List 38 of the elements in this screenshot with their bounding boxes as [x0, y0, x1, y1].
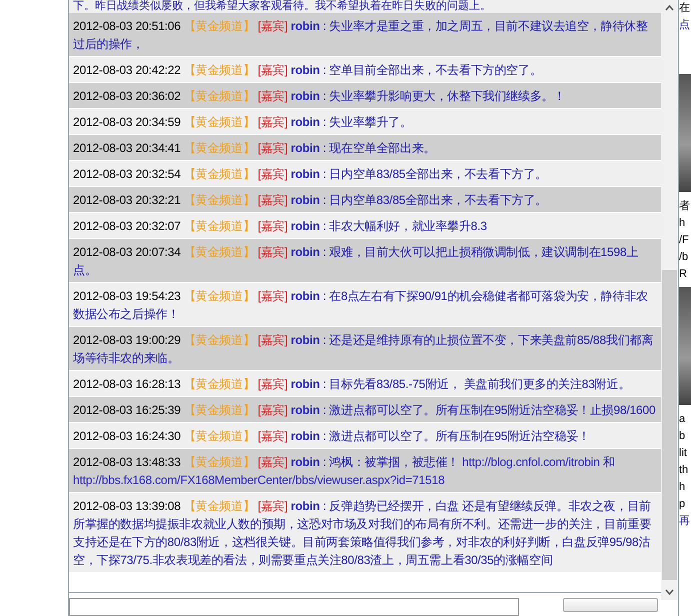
scroll-up-icon[interactable] — [665, 5, 674, 11]
page-text: a — [679, 412, 686, 427]
message-input-field[interactable] — [69, 598, 519, 616]
message-link[interactable]: http://blog.cnfol.com/itrobin — [462, 455, 600, 469]
page-text: 者 — [679, 199, 691, 214]
chat-message: 2012-08-03 20:36:02 【黄金频道】 [嘉宾] robin : 失业率攀升影响更大，休整下我们继续多。！ — [69, 83, 661, 109]
chat-message: 2012-08-03 16:24:30 【黄金频道】 [嘉宾] robin : 激进点都可以空了。所有压制在95附近沽空稳妥！ — [69, 423, 661, 449]
page-link[interactable]: 再 — [679, 513, 691, 530]
message-link[interactable]: http://bbs.fx168.com/FX168MemberCenter/bbs/viewuser.aspx?id=71518 — [73, 473, 445, 487]
chat-message: 2012-08-03 20:51:06 【黄金频道】 [嘉宾] robin : 失业率才是重之重，加之周五，目前不建议去追空，静待休整过后的操作， — [69, 13, 661, 57]
chat-message: 2012-08-03 16:25:39 【黄金频道】 [嘉宾] robin : 激进点都可以空了。所有压制在95附近沽空稳妥！止损98/1600 — [69, 397, 661, 423]
chat-message: 2012-08-03 13:48:33 【黄金频道】 [嘉宾] robin : 鸿枫：被掌掴，被悲催！ http://blog.cnfol.com/itrobin 和 http://bbs.fx168.com/FX168MemberCenter/bbs/viewuser.aspx?id=71518 — [69, 449, 661, 493]
chat-message: 2012-08-03 19:00:29 【黄金频道】 [嘉宾] robin : 还是还是维持原有的止损位置不变，下来美盘前85/88我们都离场等待非农的来临。 — [69, 327, 661, 371]
chat-message: 2012-08-03 20:32:07 【黄金频道】 [嘉宾] robin : 非农大幅利好，就业率攀升8.3 — [69, 213, 661, 239]
page-text: h — [679, 480, 686, 495]
chat-message: 2012-08-03 20:32:54 【黄金频道】 [嘉宾] robin : 日内空单83/85全部出来，不去看下方了。 — [69, 161, 661, 187]
chat-message: 2012-08-03 20:32:21 【黄金频道】 [嘉宾] robin : 日内空单83/85全部出来，不去看下方了。 — [69, 187, 661, 213]
chat-message: 2012-08-03 19:54:23 【黄金频道】 [嘉宾] robin : 在8点左右有下探90/91的机会稳健者都可落袋为安，静待非农数据公布之后操作！ — [69, 283, 661, 327]
chat-message: 2012-08-03 20:34:41 【黄金频道】 [嘉宾] robin : 现在空单全部出来。 — [69, 135, 661, 161]
page-text: th — [679, 463, 690, 478]
scroll-down-icon[interactable] — [665, 589, 674, 595]
chat-message: 2012-08-03 20:07:34 【黄金频道】 [嘉宾] robin : 艰难，目前大伙可以把止损稍微调制低，建议调制在1598上点。 — [69, 239, 661, 283]
page-link[interactable]: 点 — [679, 17, 691, 34]
scrollbar[interactable] — [661, 0, 678, 600]
scrollbar-thumb[interactable] — [662, 270, 677, 580]
page-text: b — [679, 429, 686, 444]
page-text: h — [679, 216, 686, 231]
send-button[interactable] — [563, 598, 658, 612]
page-text: 在 — [679, 1, 691, 16]
page-text: p — [679, 497, 686, 512]
page-text: /F — [679, 233, 690, 248]
chat-message: 2012-08-03 20:34:59 【黄金频道】 [嘉宾] robin : 失业率攀升了。 — [69, 109, 661, 135]
page-text: R — [679, 267, 688, 282]
chat-message: 2012-08-03 20:42:22 【黄金频道】 [嘉宾] robin : 空单目前全部出来，不去看下方的空了。 — [69, 57, 661, 83]
page-text: /b — [679, 250, 690, 265]
page-text: lit — [679, 446, 688, 461]
chat-message: 2012-08-03 13:39:08 【黄金频道】 [嘉宾] robin : 反弹趋势已经摆开，白盘 还是有望继续反弹。非农之夜，目前所掌握的数据均提振非农就业人数的预期，这恐对市场及对我们的布局有所不利。还需进一步的关注，目前重要支持还是在下方的80/83附近，这档很关键。目前两套策略值得我们参考，对非农的利好判断，白盘反弹95/98沽空，下探73/75.非农表现差的看法，则需要重点关注80/83渣上，周五需上看30/35的涨幅空间 — [69, 493, 661, 573]
chat-message: 2012-08-03 16:28:13 【黄金频道】 [嘉宾] robin : 目标先看83/85.-75附近， 美盘前我们更多的关注83附近。 — [69, 371, 661, 397]
